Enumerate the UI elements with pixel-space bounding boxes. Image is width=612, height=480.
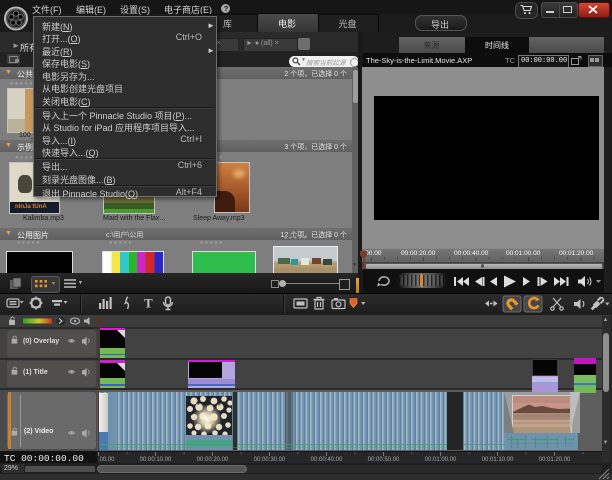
svg-text:T: T — [144, 296, 153, 311]
